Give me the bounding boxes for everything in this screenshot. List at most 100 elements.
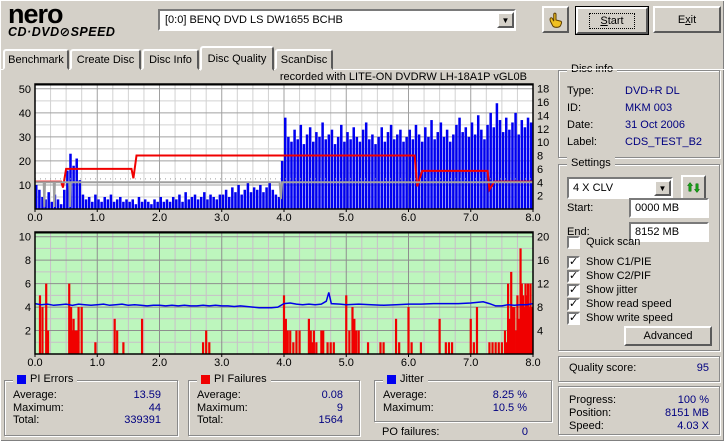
speed-value: 4.03 X [677, 419, 709, 432]
svg-text:16: 16 [537, 255, 549, 267]
scan-speed-arrow[interactable]: ▼ [654, 180, 671, 196]
advanced-button[interactable]: Advanced [624, 326, 712, 346]
svg-text:5.0: 5.0 [339, 357, 354, 369]
svg-text:2: 2 [537, 191, 543, 203]
position-value: 8151 MB [664, 406, 709, 419]
svg-text:4: 4 [537, 326, 543, 338]
scan-speed-value: 4 X CLV [573, 182, 614, 194]
pi-errors-marker [17, 374, 26, 384]
svg-text:12: 12 [537, 279, 549, 291]
checkbox-box[interactable] [567, 311, 580, 325]
show-c2-pif-checkbox[interactable]: Show C2/PIF [567, 269, 651, 283]
tab-create-disc[interactable]: Create Disc [70, 49, 141, 70]
svg-text:3.0: 3.0 [214, 212, 229, 224]
hand-button[interactable] [542, 6, 569, 33]
svg-text:12: 12 [537, 124, 549, 136]
tab-scandisc[interactable]: ScanDisc [275, 49, 333, 70]
quality-score-value: 95 [696, 362, 709, 374]
quality-score-box: Quality score: 95 [558, 356, 720, 382]
svg-text:50: 50 [19, 84, 31, 96]
svg-text:1.0: 1.0 [90, 357, 105, 369]
svg-text:16: 16 [537, 97, 549, 109]
pi-errors-stats: PI Errors Average: 13.59 Maximum: 44 Total… [4, 373, 178, 436]
scan-speed-select[interactable]: 4 X CLV ▼ [567, 177, 673, 199]
show-write-speed-checkbox[interactable]: Show write speed [567, 311, 673, 325]
settings-group: Settings 4 X CLV ▼ Start: 0000 MB End: 8… [558, 157, 720, 351]
drive-select-arrow[interactable]: ▼ [497, 12, 514, 28]
disc-type-row: Type: DVD+R DL [567, 84, 680, 97]
jitter-maximum: 10.5 % [492, 401, 527, 414]
hand-icon [549, 12, 562, 28]
checkbox-box[interactable] [567, 297, 580, 311]
checkbox-box[interactable] [567, 255, 580, 269]
jitter-marker [387, 374, 396, 384]
checkbox-box[interactable] [567, 269, 580, 283]
svg-text:30: 30 [19, 132, 31, 144]
logo-cddvdspeed-text: CD·DVD⊘SPEED [8, 25, 116, 39]
svg-text:18: 18 [537, 84, 549, 96]
pi-errors-maximum: 44 [148, 401, 161, 414]
end-position-input[interactable]: 8152 MB [629, 222, 709, 242]
pi-failures-average: 0.08 [321, 389, 343, 402]
svg-text:2.0: 2.0 [152, 212, 167, 224]
svg-text:10: 10 [19, 180, 31, 192]
svg-text:6: 6 [25, 279, 31, 291]
checkbox-box[interactable] [567, 235, 580, 249]
svg-text:8: 8 [537, 151, 543, 163]
start-button[interactable]: Start [575, 6, 649, 35]
tab-benchmark[interactable]: Benchmark [3, 49, 69, 70]
po-failures-row: PO failures: 0 [382, 426, 528, 438]
exit-button[interactable]: Exit [653, 6, 721, 33]
disc-label-row: Label: CDS_TEST_B2 [567, 135, 703, 148]
pi-failures-maximum: 9 [336, 401, 343, 414]
svg-text:10: 10 [537, 137, 549, 149]
nero-cd-dvd-speed-window: nero CD·DVD⊘SPEED [0:0] BENQ DVD LS DW16… [0, 0, 724, 441]
po-failures-value: 0 [521, 426, 528, 438]
chevron-down-icon: ▼ [501, 15, 510, 25]
checkbox-box[interactable] [567, 283, 580, 297]
nero-logo: nero CD·DVD⊘SPEED [8, 1, 115, 39]
show-read-speed-checkbox[interactable]: Show read speed [567, 297, 672, 311]
disc-info-group: Disc info Type: DVD+R DL ID: MKM 003 Date:… [558, 63, 720, 158]
pi-failures-chart: 2 4 6 8 10 4 8 12 16 20 0.0 1.0 2.0 3.0 4.0 5.0 6.0 7.0 8.… [19, 231, 549, 369]
svg-text:14: 14 [537, 110, 549, 122]
tab-disc-info[interactable]: Disc Info [142, 49, 199, 70]
pi-errors-total: 339391 [124, 414, 161, 427]
tab-disc-quality[interactable]: Disc Quality [200, 46, 274, 71]
show-jitter-checkbox[interactable]: Show jitter [567, 283, 637, 297]
progress-panel: Progress: 100 % Position: 8151 MB Speed: 4.… [558, 386, 720, 435]
svg-text:4: 4 [25, 302, 31, 314]
svg-text:0.0: 0.0 [27, 212, 42, 224]
svg-text:4: 4 [537, 177, 543, 189]
pi-errors-chart: 1020304050246810121416180.0 1.0 2.0 3.0 4.0 5… [19, 83, 549, 224]
disc-id-value: MKM 003 [625, 101, 673, 114]
svg-text:10: 10 [19, 232, 31, 244]
progress-value: 100 % [677, 393, 709, 406]
logo-nero-text: nero [8, 0, 64, 29]
disc-date-value: 31 Oct 2006 [625, 118, 685, 131]
quick-scan-checkbox[interactable]: Quick scan [567, 235, 640, 249]
show-c1-pie-checkbox[interactable]: Show C1/PIE [567, 255, 651, 269]
svg-text:8.0: 8.0 [525, 212, 540, 224]
refresh-button[interactable] [681, 175, 706, 200]
svg-text:0.0: 0.0 [27, 357, 42, 369]
svg-text:1.0: 1.0 [90, 212, 105, 224]
pi-failures-total: 1564 [318, 414, 343, 427]
pi-errors-average: 13.59 [133, 389, 161, 402]
svg-text:4.0: 4.0 [276, 212, 291, 224]
svg-text:6.0: 6.0 [401, 357, 416, 369]
svg-text:40: 40 [19, 108, 31, 120]
svg-text:6: 6 [537, 164, 543, 176]
svg-text:5.0: 5.0 [339, 212, 354, 224]
svg-text:2.0: 2.0 [152, 357, 167, 369]
settings-legend: Settings [567, 157, 615, 169]
refresh-icon [687, 182, 700, 193]
chart-title: recorded with LITE-ON DVDRW LH-18A1P vGL… [279, 71, 527, 83]
disc-label-value: CDS_TEST_B2 [625, 135, 703, 148]
svg-text:8.0: 8.0 [525, 357, 540, 369]
start-position-input[interactable]: 0000 MB [629, 198, 709, 218]
drive-select[interactable]: [0:0] BENQ DVD LS DW1655 BCHB ▼ [158, 9, 516, 31]
svg-text:20: 20 [19, 156, 31, 168]
jitter-average: 8.25 % [492, 389, 527, 402]
position-row: Position: 8151 MB [569, 406, 709, 419]
